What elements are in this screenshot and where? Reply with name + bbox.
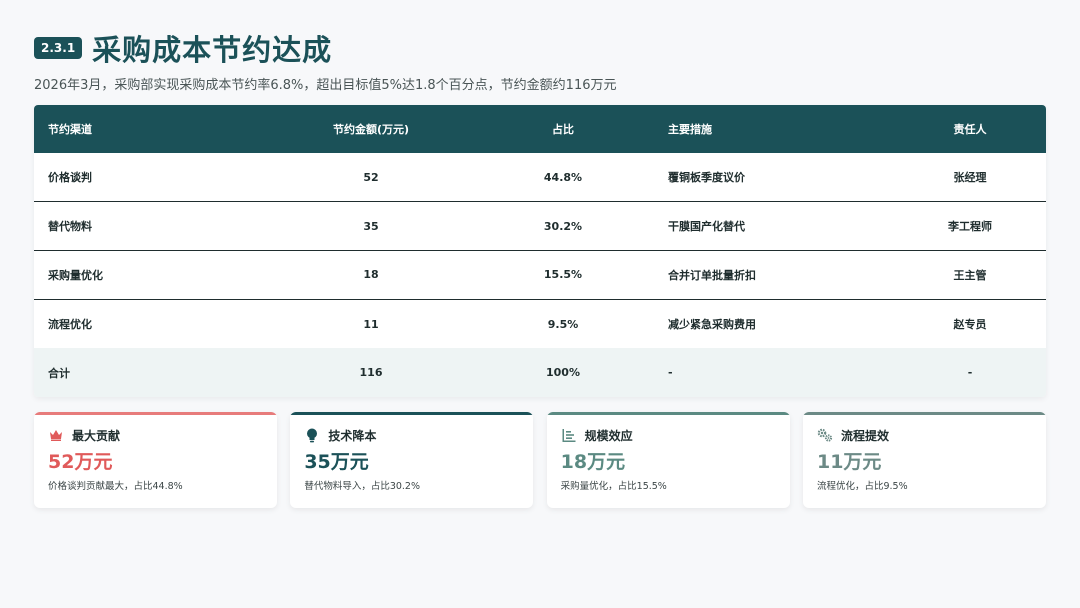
page-subtitle: 2026年3月，采购部实现采购成本节约率6.8%，超出目标值5%达1.8个百分点… <box>34 78 617 93</box>
card-header: 最大贡献 <box>48 426 263 444</box>
table-row: 价格谈判 52 44.8% 覆铜板季度议价 张经理 <box>34 153 1046 202</box>
cell-channel: 采购量优化 <box>48 268 103 282</box>
card-header: 技术降本 <box>304 426 519 444</box>
total-measures: - <box>668 366 673 380</box>
card-value: 52万元 <box>48 451 113 473</box>
total-label: 合计 <box>48 366 70 380</box>
column-header-share: 占比 <box>552 123 574 136</box>
cell-owner: 张经理 <box>953 171 987 185</box>
card-description: 采购量优化，占比15.5% <box>560 481 667 492</box>
cell-channel: 流程优化 <box>48 318 92 332</box>
card-description: 价格谈判贡献最大，占比44.8% <box>48 481 183 492</box>
card-process-efficiency: 流程提效 11万元 流程优化，占比9.5% <box>802 412 1046 508</box>
card-header: 流程提效 <box>817 426 1032 444</box>
cell-owner: 王主管 <box>953 268 987 282</box>
page-title: 采购成本节约达成 <box>92 33 333 67</box>
cell-amount: 35 <box>363 219 379 233</box>
card-accent-bar <box>290 412 534 415</box>
cell-share: 9.5% <box>547 317 579 331</box>
bar-list-icon <box>561 427 577 443</box>
card-label: 最大贡献 <box>72 428 121 443</box>
column-header-measures: 主要措施 <box>668 123 712 136</box>
gears-icon <box>817 427 833 443</box>
card-value: 18万元 <box>560 451 626 473</box>
total-share: 100% <box>546 366 580 380</box>
card-label: 规模效应 <box>584 428 633 443</box>
table-total-row: 合计 116 100% - - <box>34 348 1046 397</box>
cell-measures: 合并订单批量折扣 <box>668 268 756 282</box>
card-accent-bar <box>546 412 790 415</box>
section-badge: 2.3.1 <box>34 37 83 59</box>
card-accent-bar <box>34 412 277 415</box>
cell-channel: 替代物料 <box>48 220 92 234</box>
cell-amount: 18 <box>363 268 379 282</box>
card-label: 技术降本 <box>328 428 377 443</box>
column-header-channel: 节约渠道 <box>48 123 92 136</box>
card-value: 11万元 <box>816 451 882 473</box>
cell-measures: 覆铜板季度议价 <box>668 171 745 185</box>
cell-owner: 赵专员 <box>953 318 987 332</box>
card-max-contribution: 最大贡献 52万元 价格谈判贡献最大，占比44.8% <box>34 412 277 508</box>
summary-cards: 最大贡献 52万元 价格谈判贡献最大，占比44.8% 技术降本 35万元 替代物… <box>34 412 1046 508</box>
cell-share: 30.2% <box>543 219 583 233</box>
cell-channel: 价格谈判 <box>48 171 92 185</box>
page-header: 2.3.1 采购成本节约达成 2026年3月，采购部实现采购成本节约率6.8%，… <box>34 30 1046 93</box>
cell-owner: 李工程师 <box>948 220 992 234</box>
table-row: 流程优化 11 9.5% 减少紧急采购费用 赵专员 <box>34 299 1046 348</box>
cell-share: 44.8% <box>543 170 583 184</box>
savings-table: 节约渠道 节约金额(万元) 占比 主要措施 责任人 价格谈判 52 44.8% … <box>34 105 1046 397</box>
cell-amount: 11 <box>363 317 379 331</box>
title-row: 2.3.1 采购成本节约达成 <box>34 30 1046 67</box>
card-header: 规模效应 <box>561 426 776 444</box>
table-row: 替代物料 35 30.2% 干膜国产化替代 李工程师 <box>34 201 1046 251</box>
card-scale-effect: 规模效应 18万元 采购量优化，占比15.5% <box>546 412 790 508</box>
card-description: 替代物料导入，占比30.2% <box>304 481 421 492</box>
card-label: 流程提效 <box>840 428 889 443</box>
table-row: 采购量优化 18 15.5% 合并订单批量折扣 王主管 <box>34 250 1046 300</box>
cell-measures: 干膜国产化替代 <box>668 220 745 234</box>
cell-amount: 52 <box>363 170 379 184</box>
cell-measures: 减少紧急采购费用 <box>668 318 756 332</box>
column-header-owner: 责任人 <box>953 123 987 136</box>
cell-share: 15.5% <box>543 268 583 282</box>
card-description: 流程优化，占比9.5% <box>816 481 908 492</box>
column-header-amount: 节约金额(万元) <box>332 123 410 136</box>
savings-table-card: 节约渠道 节约金额(万元) 占比 主要措施 责任人 价格谈判 52 44.8% … <box>34 105 1046 397</box>
table-header-row: 节约渠道 节约金额(万元) 占比 主要措施 责任人 <box>34 105 1046 153</box>
total-amount: 116 <box>359 366 383 380</box>
lightbulb-icon <box>304 427 320 443</box>
card-value: 35万元 <box>304 451 369 473</box>
card-accent-bar <box>802 412 1046 415</box>
card-tech-cost-reduction: 技术降本 35万元 替代物料导入，占比30.2% <box>290 412 534 508</box>
total-owner: - <box>967 366 973 380</box>
crown-icon <box>48 427 64 443</box>
